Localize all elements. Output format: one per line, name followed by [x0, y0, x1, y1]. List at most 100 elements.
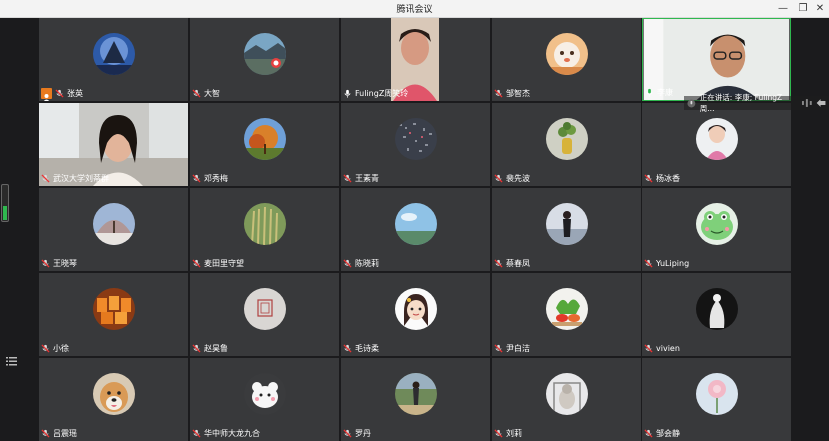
participant-video-tile[interactable]: FulingZ周笑玲 [341, 18, 490, 101]
participant-name: 毛诗柔 [355, 343, 379, 353]
mic-muted-icon [494, 428, 503, 438]
participant-name: 裴先波 [506, 173, 530, 183]
participant-tile[interactable]: 陈晓莉 [341, 188, 490, 271]
mic-muted-icon [343, 428, 352, 438]
mic-muted-icon [41, 428, 50, 438]
participant-tile[interactable]: 邹智杰 [492, 18, 641, 101]
mic-muted-icon [644, 258, 653, 268]
left-panel-handle[interactable] [1, 184, 9, 222]
participant-name: 吕震瑶 [53, 428, 77, 438]
mic-muted-icon [192, 88, 201, 98]
avatar [696, 373, 738, 415]
participant-name: 陈晓莉 [355, 258, 379, 268]
avatar [546, 33, 588, 75]
participant-tile[interactable]: 麦田里守望 [190, 188, 339, 271]
avatar [93, 33, 135, 75]
participant-tile[interactable]: 刘莉 [492, 358, 641, 441]
avatar [546, 203, 588, 245]
mic-muted-icon [494, 343, 503, 353]
mic-muted-icon [494, 173, 503, 183]
participant-name: 蔡春凤 [506, 258, 530, 268]
mic-muted-icon [644, 428, 653, 438]
participant-tile[interactable]: 王素青 [341, 103, 490, 186]
mic-muted-icon [343, 258, 352, 268]
avatar [395, 288, 437, 330]
participant-name: 华中师大龙九合 [204, 428, 260, 438]
participant-tile[interactable]: 尹白洁 [492, 273, 641, 356]
participant-video-tile-speaking[interactable]: 李康 [642, 18, 791, 101]
participant-name: 尹白洁 [506, 343, 530, 353]
participant-name: 武汉大学刘蒂群 [53, 173, 109, 183]
mic-muted-icon [41, 258, 50, 268]
participant-name: 麦田里守望 [204, 258, 244, 268]
mic-muted-icon [41, 343, 50, 353]
participant-tile[interactable]: 小徐 [39, 273, 188, 356]
participant-name: 邹智杰 [506, 88, 530, 98]
mic-muted-icon [192, 343, 201, 353]
participant-video-tile[interactable]: 武汉大学刘蒂群 [39, 103, 188, 186]
minimize-icon[interactable]: — [773, 1, 793, 16]
participant-name: 张英 [67, 88, 83, 98]
mic-muted-icon [192, 428, 201, 438]
avatar [244, 118, 286, 160]
speaking-indicator: 正在讲话: 李康; FulingZ周... [684, 93, 829, 113]
participant-tile[interactable]: 邹会静 [642, 358, 791, 441]
close-icon[interactable]: ✕ [810, 1, 829, 16]
avatar [93, 373, 135, 415]
participant-name: 小徐 [53, 343, 69, 353]
avatar [244, 203, 286, 245]
mic-muted-icon [343, 343, 352, 353]
participant-tile[interactable]: 大智 [190, 18, 339, 101]
participant-tile[interactable]: 蔡春凤 [492, 188, 641, 271]
avatar [244, 33, 286, 75]
participant-name: 赵昊鲁 [204, 343, 228, 353]
avatar [696, 203, 738, 245]
audio-wave-icon [801, 99, 826, 107]
title-bar: 腾讯会议 — ❐ ✕ [0, 0, 829, 18]
video-grid: 张英 大智 FulingZ周笑玲 邹智杰 李康 武汉大学刘蒂群 邓秀梅 王素青 … [39, 18, 791, 441]
participant-tile[interactable]: 吕震瑶 [39, 358, 188, 441]
mic-muted-icon [192, 173, 201, 183]
mic-icon [344, 89, 351, 98]
participant-tile[interactable]: 杨冰香 [642, 103, 791, 186]
mic-muted-icon [494, 88, 503, 98]
mic-icon [646, 88, 653, 97]
participant-tile[interactable]: vivien [642, 273, 791, 356]
avatar [696, 118, 738, 160]
host-icon [41, 87, 52, 101]
list-icon[interactable] [6, 351, 18, 366]
avatar [546, 118, 588, 160]
participant-tile[interactable]: 王晓琴 [39, 188, 188, 271]
participant-name: YuLiping [656, 258, 690, 268]
participant-tile[interactable]: 华中师大龙九合 [190, 358, 339, 441]
participant-name: 王素青 [355, 173, 379, 183]
avatar [93, 203, 135, 245]
mic-muted-icon [644, 343, 653, 353]
avatar [395, 118, 437, 160]
right-sidebar [792, 18, 829, 440]
participant-name: 罗丹 [355, 428, 371, 438]
participant-tile[interactable]: 毛诗柔 [341, 273, 490, 356]
participant-name: 刘莉 [506, 428, 522, 438]
audio-level-indicator [3, 206, 7, 220]
avatar [395, 203, 437, 245]
mic-muted-icon [644, 173, 653, 183]
avatar [395, 373, 437, 415]
participant-tile[interactable]: 张英 [39, 18, 188, 101]
speaker-mic-icon [687, 99, 696, 107]
participant-tile[interactable]: 裴先波 [492, 103, 641, 186]
participant-name: 邓秀梅 [204, 173, 228, 183]
participant-name: 大智 [204, 88, 220, 98]
participant-name: 李康 [657, 87, 673, 97]
mic-muted-icon [343, 173, 352, 183]
mic-muted-icon [192, 258, 201, 268]
window-title: 腾讯会议 [396, 5, 433, 15]
participant-name: 邹会静 [656, 428, 680, 438]
participant-tile[interactable]: 罗丹 [341, 358, 490, 441]
participant-tile[interactable]: 邓秀梅 [190, 103, 339, 186]
participant-tile[interactable]: 赵昊鲁 [190, 273, 339, 356]
mic-muted-icon [55, 88, 64, 98]
avatar [244, 288, 286, 330]
participant-tile[interactable]: YuLiping [642, 188, 791, 271]
avatar [546, 373, 588, 415]
